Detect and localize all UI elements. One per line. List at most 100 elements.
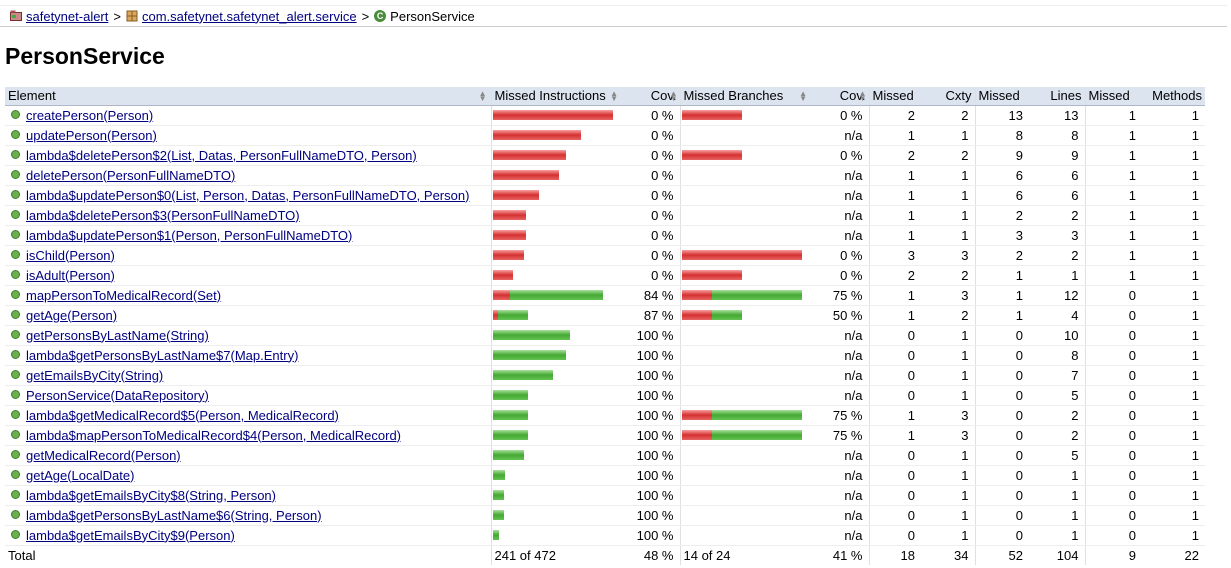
col-header-cxty[interactable]: Cxty <box>921 87 975 106</box>
method-link[interactable]: lambda$getMedicalRecord$5(Person, Medica… <box>26 408 339 423</box>
method-link[interactable]: getAge(Person) <box>26 308 117 323</box>
missed-lines: 6 <box>974 165 1029 186</box>
total-cxty: 34 <box>921 544 975 565</box>
branch-coverage: n/a <box>811 385 869 406</box>
col-header-missed-branches[interactable]: Missed Branches ▲ ▼ <box>679 87 811 106</box>
col-header-missed-instructions[interactable]: Missed Instructions ▲ ▼ <box>490 87 622 106</box>
missed-branches-bar <box>679 465 811 486</box>
col-header-lines[interactable]: Lines <box>1029 87 1085 106</box>
col-header-missed-cxty[interactable]: Missed <box>868 87 921 106</box>
missed-bar <box>681 430 712 440</box>
branch-coverage: 0 % <box>811 105 869 126</box>
cxty: 1 <box>921 485 975 506</box>
col-header-instr-cov[interactable]: Cov. ▲ ▼ <box>622 87 680 106</box>
sort-icon: ▲ ▼ <box>669 89 678 103</box>
methods: 1 <box>1142 125 1205 146</box>
method-link[interactable]: isAdult(Person) <box>26 268 115 283</box>
covered-bar <box>492 370 553 380</box>
missed-cxty: 0 <box>868 385 921 406</box>
missed-cxty: 0 <box>868 525 921 546</box>
page-title: PersonService <box>5 43 165 69</box>
method-icon <box>11 169 20 179</box>
missed-cxty: 0 <box>868 365 921 386</box>
class-icon: C <box>374 10 387 22</box>
methods: 1 <box>1142 265 1205 286</box>
missed-lines: 0 <box>974 525 1029 546</box>
breadcrumb-project-link[interactable]: safetynet-alert <box>26 9 108 24</box>
lines: 9 <box>1029 145 1085 166</box>
method-link[interactable]: isChild(Person) <box>26 248 115 263</box>
missed-cxty: 0 <box>868 465 921 486</box>
element-cell: lambda$getPersonsByLastName$6(String, Pe… <box>5 505 491 526</box>
col-header-element[interactable]: Element ▲ ▼ <box>5 87 491 106</box>
table-row: lambda$getEmailsByCity$8(String, Person)… <box>5 485 1205 506</box>
missed-cxty: 1 <box>868 165 921 186</box>
method-icon <box>11 349 20 359</box>
methods: 1 <box>1142 325 1205 346</box>
cxty: 2 <box>921 145 975 166</box>
missed-branches-bar <box>679 325 811 346</box>
method-link[interactable]: lambda$getEmailsByCity$8(String, Person) <box>26 488 276 503</box>
total-label: Total <box>5 544 491 565</box>
sort-icon: ▲ ▼ <box>858 89 867 103</box>
table-row: getMedicalRecord(Person) 100 % n/a 0 1 0 5 0 1 <box>5 445 1205 466</box>
missed-bar <box>681 410 712 420</box>
covered-bar <box>492 510 504 520</box>
missed-instructions-bar <box>490 145 622 166</box>
missed-cxty: 1 <box>868 425 921 446</box>
method-link[interactable]: lambda$mapPersonToMedicalRecord$4(Person… <box>26 428 401 443</box>
branch-coverage: n/a <box>811 345 869 366</box>
method-icon <box>11 329 20 339</box>
table-row: deletePerson(PersonFullNameDTO) 0 % n/a 1 1 6… <box>5 165 1205 186</box>
element-cell: lambda$getEmailsByCity$9(Person) <box>5 525 491 546</box>
total-missed-cxty: 18 <box>868 544 921 565</box>
method-link[interactable]: getMedicalRecord(Person) <box>26 448 181 463</box>
branch-coverage: n/a <box>811 485 869 506</box>
method-link[interactable]: lambda$getPersonsByLastName$6(String, Pe… <box>26 508 322 523</box>
missed-methods: 1 <box>1084 245 1142 266</box>
branch-coverage: 50 % <box>811 305 869 326</box>
lines: 2 <box>1029 405 1085 426</box>
method-link[interactable]: createPerson(Person) <box>26 108 153 123</box>
method-link[interactable]: deletePerson(PersonFullNameDTO) <box>26 168 235 183</box>
cxty: 1 <box>921 445 975 466</box>
missed-branches-bar <box>679 125 811 146</box>
method-icon <box>11 369 20 379</box>
method-link[interactable]: getAge(LocalDate) <box>26 468 134 483</box>
branch-coverage: 75 % <box>811 285 869 306</box>
branch-coverage: n/a <box>811 465 869 486</box>
method-icon <box>11 389 20 399</box>
method-link[interactable]: lambda$updatePerson$1(Person, PersonFull… <box>26 228 352 243</box>
covered-bar <box>492 450 524 460</box>
table-row: mapPersonToMedicalRecord(Set) 84 % 75 % 1 3 1… <box>5 285 1205 306</box>
method-link[interactable]: lambda$getPersonsByLastName$7(Map.Entry) <box>26 348 298 363</box>
missed-lines: 2 <box>974 245 1029 266</box>
method-link[interactable]: getPersonsByLastName(String) <box>26 328 209 343</box>
methods: 1 <box>1142 425 1205 446</box>
method-link[interactable]: lambda$getEmailsByCity$9(Person) <box>26 528 235 543</box>
method-link[interactable]: mapPersonToMedicalRecord(Set) <box>26 288 221 303</box>
method-link[interactable]: getEmailsByCity(String) <box>26 368 163 383</box>
col-header-missed-lines[interactable]: Missed <box>974 87 1029 106</box>
total-lines: 104 <box>1029 544 1085 565</box>
method-link[interactable]: lambda$deletePerson$2(List, Datas, Perso… <box>26 148 417 163</box>
missed-lines: 0 <box>974 425 1029 446</box>
missed-lines: 8 <box>974 125 1029 146</box>
col-header-missed-methods[interactable]: Missed <box>1084 87 1142 106</box>
table-row: isChild(Person) 0 % 0 % 3 3 2 2 1 1 <box>5 245 1205 266</box>
method-link[interactable]: lambda$deletePerson$3(PersonFullNameDTO) <box>26 208 300 223</box>
table-row: PersonService(DataRepository) 100 % n/a 0 1 0… <box>5 385 1205 406</box>
instr-coverage: 100 % <box>622 345 680 366</box>
method-link[interactable]: updatePerson(Person) <box>26 128 157 143</box>
method-icon <box>11 289 20 299</box>
table-row: lambda$getPersonsByLastName$6(String, Pe… <box>5 505 1205 526</box>
col-header-methods[interactable]: Methods <box>1142 87 1205 106</box>
cxty: 3 <box>921 425 975 446</box>
method-link[interactable]: lambda$updatePerson$0(List, Person, Data… <box>26 188 469 203</box>
missed-lines: 3 <box>974 225 1029 246</box>
col-header-branch-cov[interactable]: Cov. ▲ ▼ <box>811 87 869 106</box>
lines: 10 <box>1029 325 1085 346</box>
method-link[interactable]: PersonService(DataRepository) <box>26 388 209 403</box>
breadcrumb-package-link[interactable]: com.safetynet.safetynet_alert.service <box>142 9 357 24</box>
missed-instructions-bar <box>490 445 622 466</box>
